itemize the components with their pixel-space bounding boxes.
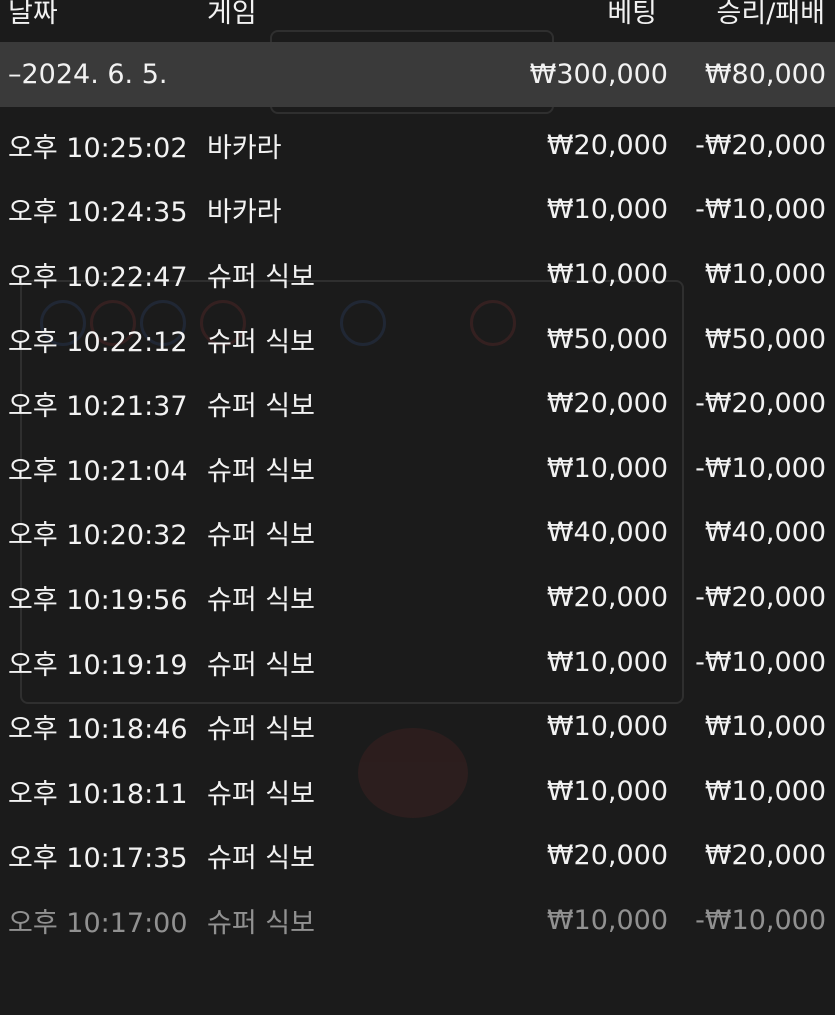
- row-time: 오후 10:17:00: [8, 907, 188, 939]
- history-row[interactable]: 오후 10:22:12 슈퍼 식보 ₩50,000 ₩50,000: [0, 307, 835, 372]
- row-game: 슈퍼 식보: [207, 455, 315, 487]
- row-result: ₩10,000: [704, 711, 826, 743]
- row-bet: ₩20,000: [546, 581, 668, 613]
- row-bet: ₩10,000: [546, 775, 668, 807]
- row-game: 바카라: [207, 132, 282, 164]
- row-bet: ₩10,000: [546, 904, 668, 936]
- row-time: 오후 10:22:47: [8, 261, 188, 293]
- header-result: 승리/패배: [716, 0, 825, 29]
- date-group-bet-total: ₩300,000: [529, 59, 668, 90]
- row-time: 오후 10:25:02: [8, 132, 188, 164]
- table-header: 날짜 게임 베팅 승리/패배: [0, 0, 835, 30]
- row-time: 오후 10:18:46: [8, 714, 188, 746]
- row-game: 바카라: [207, 197, 282, 229]
- history-row[interactable]: 오후 10:20:32 슈퍼 식보 ₩40,000 ₩40,000: [0, 501, 835, 566]
- row-game: 슈퍼 식보: [207, 391, 315, 423]
- row-result: -₩20,000: [695, 129, 826, 161]
- row-game: 슈퍼 식보: [207, 649, 315, 681]
- row-bet: ₩50,000: [546, 323, 668, 355]
- row-time: 오후 10:19:56: [8, 584, 188, 616]
- history-row[interactable]: 오후 10:24:35 바카라 ₩10,000 -₩10,000: [0, 178, 835, 243]
- history-row[interactable]: 오후 10:19:56 슈퍼 식보 ₩20,000 -₩20,000: [0, 565, 835, 630]
- row-game: 슈퍼 식보: [207, 714, 315, 746]
- row-game: 슈퍼 식보: [207, 326, 315, 358]
- row-game: 슈퍼 식보: [207, 584, 315, 616]
- date-group-result-total: ₩80,000: [704, 59, 826, 90]
- date-group-row[interactable]: –2024. 6. 5. ₩300,000 ₩80,000: [0, 42, 835, 107]
- date-group-label: –2024. 6. 5.: [8, 59, 168, 90]
- history-row[interactable]: 오후 10:25:02 바카라 ₩20,000 -₩20,000: [0, 113, 835, 178]
- history-row[interactable]: 오후 10:18:46 슈퍼 식보 ₩10,000 ₩10,000: [0, 694, 835, 759]
- history-row[interactable]: 오후 10:18:11 슈퍼 식보 ₩10,000 ₩10,000: [0, 759, 835, 824]
- history-row[interactable]: 오후 10:22:47 슈퍼 식보 ₩10,000 ₩10,000: [0, 242, 835, 307]
- row-game: 슈퍼 식보: [207, 520, 315, 552]
- row-result: -₩10,000: [695, 904, 826, 936]
- row-result: -₩10,000: [695, 194, 826, 226]
- history-row[interactable]: 오후 10:21:04 슈퍼 식보 ₩10,000 -₩10,000: [0, 436, 835, 501]
- row-bet: ₩10,000: [546, 194, 668, 226]
- row-time: 오후 10:19:19: [8, 649, 188, 681]
- history-list: 오후 10:25:02 바카라 ₩20,000 -₩20,000 오후 10:2…: [0, 113, 835, 953]
- row-result: -₩20,000: [695, 388, 826, 420]
- row-game: 슈퍼 식보: [207, 778, 315, 810]
- row-time: 오후 10:22:12: [8, 326, 188, 358]
- row-time: 오후 10:17:35: [8, 843, 188, 875]
- row-result: ₩20,000: [704, 840, 826, 872]
- row-bet: ₩10,000: [546, 646, 668, 678]
- header-bet: 베팅: [607, 0, 657, 29]
- history-row[interactable]: 오후 10:19:19 슈퍼 식보 ₩10,000 -₩10,000: [0, 630, 835, 695]
- header-date: 날짜: [8, 0, 58, 29]
- row-result: -₩10,000: [695, 452, 826, 484]
- row-bet: ₩10,000: [546, 711, 668, 743]
- row-time: 오후 10:18:11: [8, 778, 188, 810]
- row-game: 슈퍼 식보: [207, 261, 315, 293]
- row-bet: ₩10,000: [546, 258, 668, 290]
- row-result: ₩10,000: [704, 258, 826, 290]
- header-game: 게임: [207, 0, 257, 29]
- history-row[interactable]: 오후 10:17:35 슈퍼 식보 ₩20,000 ₩20,000: [0, 824, 835, 889]
- row-game: 슈퍼 식보: [207, 907, 315, 939]
- row-time: 오후 10:21:37: [8, 391, 188, 423]
- row-result: ₩40,000: [704, 517, 826, 549]
- row-bet: ₩40,000: [546, 517, 668, 549]
- row-time: 오후 10:24:35: [8, 197, 188, 229]
- scroll-fade: [0, 940, 835, 1015]
- row-time: 오후 10:21:04: [8, 455, 188, 487]
- row-result: -₩10,000: [695, 646, 826, 678]
- row-bet: ₩20,000: [546, 129, 668, 161]
- row-result: -₩20,000: [695, 581, 826, 613]
- row-game: 슈퍼 식보: [207, 843, 315, 875]
- row-result: ₩50,000: [704, 323, 826, 355]
- row-bet: ₩10,000: [546, 452, 668, 484]
- row-time: 오후 10:20:32: [8, 520, 188, 552]
- row-bet: ₩20,000: [546, 840, 668, 872]
- row-result: ₩10,000: [704, 775, 826, 807]
- row-bet: ₩20,000: [546, 388, 668, 420]
- history-row[interactable]: 오후 10:21:37 슈퍼 식보 ₩20,000 -₩20,000: [0, 371, 835, 436]
